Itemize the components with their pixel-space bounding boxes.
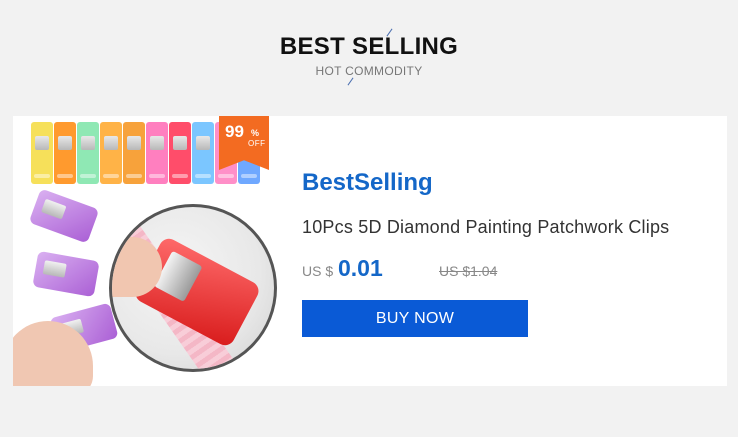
brand-name: BestSelling xyxy=(302,169,433,196)
discount-off-label: OFF xyxy=(248,139,266,148)
purple-clip-graphic xyxy=(32,250,100,298)
section-subtitle: HOT COMMODITY xyxy=(315,64,423,78)
purple-clip-graphic xyxy=(28,188,100,244)
buy-now-button[interactable]: BUY NOW xyxy=(302,300,528,337)
currency-label: US $ xyxy=(302,263,334,279)
section-header: BEST SELLING HOT COMMODITY xyxy=(0,0,738,100)
section-title: BEST SELLING xyxy=(279,33,459,60)
zoom-circle-graphic xyxy=(109,204,277,372)
product-title[interactable]: 10Pcs 5D Diamond Painting Patchwork Clip… xyxy=(302,217,669,238)
discount-percent-sign: % xyxy=(251,128,260,138)
current-price: 0.01 xyxy=(338,255,383,281)
discount-number: 99 xyxy=(225,122,244,141)
original-price: US $1.04 xyxy=(439,263,498,279)
decor-slash-icon xyxy=(347,77,354,86)
product-card[interactable]: 99 % OFF BestSelling 10Pcs 5D Diamond Pa… xyxy=(13,116,727,386)
product-image[interactable]: 99 % OFF xyxy=(13,116,283,386)
